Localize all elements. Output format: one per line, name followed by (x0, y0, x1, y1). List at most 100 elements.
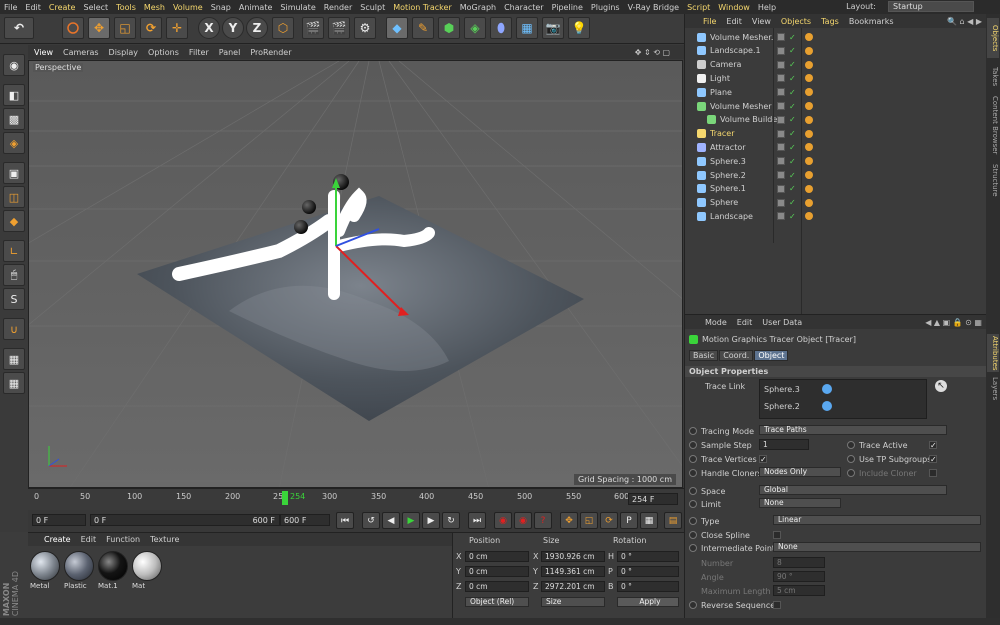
scale-icon[interactable]: ◱ (114, 17, 136, 39)
object-name[interactable]: Plane (710, 88, 774, 97)
trace-link-list[interactable]: Sphere.3 Sphere.2 (759, 379, 927, 419)
object-name[interactable]: Camera (710, 60, 774, 69)
render-picture-viewer-icon[interactable]: 🎬 (328, 17, 350, 39)
pick-object-icon[interactable]: ↖ (935, 380, 947, 392)
material-tag-icon[interactable] (805, 157, 813, 166)
om-menu-edit[interactable]: Edit (726, 17, 742, 26)
position-y-field[interactable]: 0 cm (465, 566, 529, 577)
polygons-mode-icon[interactable]: ◆ (3, 210, 25, 232)
enable-axis-icon[interactable]: ∟ (3, 240, 25, 262)
keyframe-selection-icon[interactable]: ? (534, 512, 552, 529)
material-menu-create[interactable]: Create (44, 535, 71, 544)
anim-dot[interactable] (689, 441, 697, 449)
key-scale-icon[interactable]: ◱ (580, 512, 598, 529)
object-row[interactable]: Volume Builder ✓ (685, 113, 987, 127)
key-point-level-icon[interactable]: ▦ (640, 512, 658, 529)
object-row[interactable]: Volume Mesher.1 ✓ (685, 30, 987, 44)
next-frame-icon[interactable]: ▶ (422, 512, 440, 529)
visibility-toggle-icon[interactable] (777, 157, 785, 166)
previous-frame-icon[interactable]: ◀ (382, 512, 400, 529)
use-tp-subgroups-checkbox[interactable]: ✓ (929, 455, 937, 464)
menu-animate[interactable]: Animate (239, 3, 273, 12)
tweak-icon[interactable]: 🖱 (3, 264, 25, 286)
size-y-field[interactable]: 1149.361 cm (541, 566, 605, 577)
menu-help[interactable]: Help (758, 3, 776, 12)
menu-character[interactable]: Character (504, 3, 544, 12)
enabled-check-icon[interactable]: ✓ (789, 60, 796, 69)
z-axis-lock-icon[interactable]: Z (246, 17, 268, 39)
attr-menu-edit[interactable]: Edit (737, 318, 753, 327)
previous-key-icon[interactable]: ↺ (362, 512, 380, 529)
light-icon[interactable]: 💡 (568, 17, 590, 39)
enabled-check-icon[interactable]: ✓ (789, 184, 796, 193)
end-frame-input[interactable]: 600 F (280, 514, 330, 526)
enabled-check-icon[interactable]: ✓ (789, 88, 796, 97)
anim-dot[interactable] (689, 427, 697, 435)
enabled-check-icon[interactable]: ✓ (789, 46, 796, 55)
object-row[interactable]: Attractor ✓ (685, 140, 987, 154)
object-name[interactable]: Sphere (710, 198, 774, 207)
key-position-icon[interactable]: ✥ (560, 512, 578, 529)
live-selection-icon[interactable] (62, 17, 84, 39)
attr-menu-mode[interactable]: Mode (705, 318, 727, 327)
object-row[interactable]: Landscape ✓ (685, 209, 987, 223)
material-tag-icon[interactable] (805, 129, 813, 138)
enabled-check-icon[interactable]: ✓ (789, 198, 796, 207)
object-row[interactable]: Volume Mesher ✓ (685, 99, 987, 113)
material-swatch[interactable]: Mat.1 (98, 551, 130, 593)
key-parameter-icon[interactable]: P (620, 512, 638, 529)
visibility-toggle-icon[interactable] (777, 102, 785, 110)
menu-render[interactable]: Render (324, 3, 352, 12)
object-row[interactable]: Tracer ✓ (685, 127, 987, 141)
material-swatch[interactable]: Mat (132, 551, 164, 593)
menu-select[interactable]: Select (83, 3, 108, 12)
object-row[interactable]: Sphere.3 ✓ (685, 154, 987, 168)
enabled-check-icon[interactable]: ✓ (789, 212, 796, 221)
material-tag-icon[interactable] (805, 198, 813, 207)
angle-field[interactable]: 90 ° (773, 571, 825, 582)
maximum-length-field[interactable]: 5 cm (773, 585, 825, 596)
anim-dot[interactable] (847, 455, 855, 463)
visibility-toggle-icon[interactable] (777, 74, 785, 83)
enabled-check-icon[interactable]: ✓ (789, 74, 796, 83)
menu-create[interactable]: Create (49, 3, 76, 12)
snap-icon[interactable]: S (3, 288, 25, 310)
playhead[interactable] (282, 491, 288, 505)
object-name[interactable]: Tracer (710, 129, 774, 138)
material-tag-icon[interactable] (805, 143, 813, 152)
key-rotation-icon[interactable]: ⟳ (600, 512, 618, 529)
undo-icon[interactable]: ↶ (4, 17, 34, 39)
position-x-field[interactable]: 0 cm (465, 551, 529, 562)
recent-tool-icon[interactable]: ✛ (166, 17, 188, 39)
visibility-toggle-icon[interactable] (777, 129, 785, 138)
viewport-menu-filter[interactable]: Filter (189, 48, 209, 57)
viewport[interactable]: Perspective Grid Spacing : 1000 cm (28, 60, 683, 488)
go-to-end-icon[interactable]: ⏭ (468, 512, 486, 529)
autokey-icon[interactable]: ◉ (514, 512, 532, 529)
viewport-menu-panel[interactable]: Panel (219, 48, 241, 57)
subdivision-icon[interactable]: ⬢ (438, 17, 460, 39)
object-row[interactable]: Light ✓ (685, 71, 987, 85)
move-icon[interactable]: ✥ (88, 17, 110, 39)
number-field[interactable]: 8 (773, 557, 825, 568)
limit-select[interactable]: None (759, 498, 841, 508)
side-tab-structure[interactable]: Structure (987, 160, 999, 200)
om-menu-file[interactable]: File (703, 17, 716, 26)
side-tab-attributes[interactable]: Attributes (987, 334, 999, 372)
visibility-toggle-icon[interactable] (777, 143, 785, 152)
om-menu-objects[interactable]: Objects (781, 17, 811, 26)
material-tag-icon[interactable] (805, 60, 813, 69)
material-menu-texture[interactable]: Texture (150, 535, 179, 544)
menu-mesh[interactable]: Mesh (144, 3, 165, 12)
intermediate-points-select[interactable]: None (773, 542, 981, 552)
viewport-navigation-icon[interactable]: ✥ ⇕ ⟲ ▢ (635, 48, 670, 57)
om-menu-bookmarks[interactable]: Bookmarks (849, 17, 894, 26)
points-mode-icon[interactable]: ▣ (3, 162, 25, 184)
enabled-check-icon[interactable]: ✓ (789, 157, 796, 166)
object-name[interactable]: Landscape.1 (710, 46, 774, 55)
coordinate-mode-select[interactable]: Object (Rel) (465, 597, 529, 607)
trace-vertices-checkbox[interactable]: ✓ (759, 455, 767, 464)
menu-vray-bridge[interactable]: V-Ray Bridge (628, 3, 680, 12)
render-view-icon[interactable]: 🎬 (302, 17, 324, 39)
pen-icon[interactable]: ✎ (412, 17, 434, 39)
